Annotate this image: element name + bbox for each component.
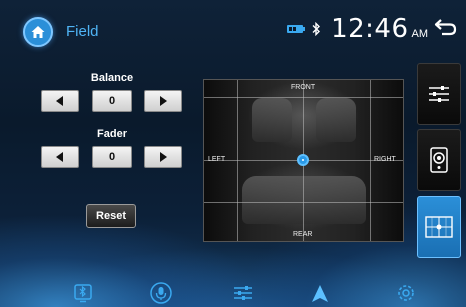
settings-icon (398, 285, 414, 301)
battery-icon (287, 25, 306, 33)
speaker-icon (430, 147, 448, 173)
horizontal-gridline (204, 202, 403, 203)
balance-right-button[interactable] (144, 90, 182, 112)
status-bar: 12:46 AM (287, 14, 458, 44)
tab-equalizer[interactable] (417, 63, 461, 125)
dock-settings-sliders[interactable] (232, 282, 254, 304)
clock: 12:46 (331, 14, 409, 44)
tab-field[interactable] (417, 196, 461, 258)
horizontal-gridline (204, 97, 403, 98)
arrow-right-icon (160, 152, 167, 162)
front-left-seat (252, 98, 292, 142)
clock-ampm: AM (411, 27, 429, 40)
dock-voice[interactable] (150, 282, 172, 304)
field-icon (425, 216, 453, 238)
front-right-seat (316, 98, 356, 142)
balance-value: 0 (92, 90, 132, 112)
dock-settings[interactable] (395, 282, 417, 304)
arrow-left-icon (56, 96, 63, 106)
bluetooth-icon (312, 22, 321, 36)
equalizer-icon (429, 86, 449, 102)
arrow-left-icon (56, 152, 63, 162)
home-button[interactable] (23, 17, 53, 47)
right-label: RIGHT (374, 156, 396, 163)
bluetooth-phone-icon (74, 284, 92, 303)
dock-bluetooth-phone[interactable] (72, 282, 94, 304)
front-label: FRONT (291, 84, 316, 91)
balance-fader-field[interactable]: FRONT REAR LEFT RIGHT (203, 79, 404, 242)
sliders-icon (234, 286, 252, 300)
fader-right-button[interactable] (144, 146, 182, 168)
tab-speaker[interactable] (417, 129, 461, 191)
fader-value: 0 (92, 146, 132, 168)
rear-bench (242, 176, 366, 224)
balance-left-button[interactable] (41, 90, 79, 112)
dock-navigation[interactable] (309, 282, 331, 304)
fader-left-button[interactable] (41, 146, 79, 168)
back-icon (434, 18, 457, 35)
arrow-right-icon (160, 96, 167, 106)
fader-label: Fader (97, 128, 127, 140)
back-button[interactable] (434, 17, 458, 42)
left-label: LEFT (208, 156, 226, 163)
navigation-icon (312, 285, 328, 302)
page-title: Field (66, 23, 99, 40)
bottom-dock (0, 272, 466, 307)
microphone-icon (150, 282, 172, 304)
rear-label: REAR (293, 231, 313, 238)
balance-label: Balance (90, 72, 134, 84)
home-icon (31, 26, 45, 38)
header: Field 12:46 AM (0, 0, 466, 58)
reset-button[interactable]: Reset (86, 204, 136, 228)
position-handle[interactable] (297, 154, 309, 166)
